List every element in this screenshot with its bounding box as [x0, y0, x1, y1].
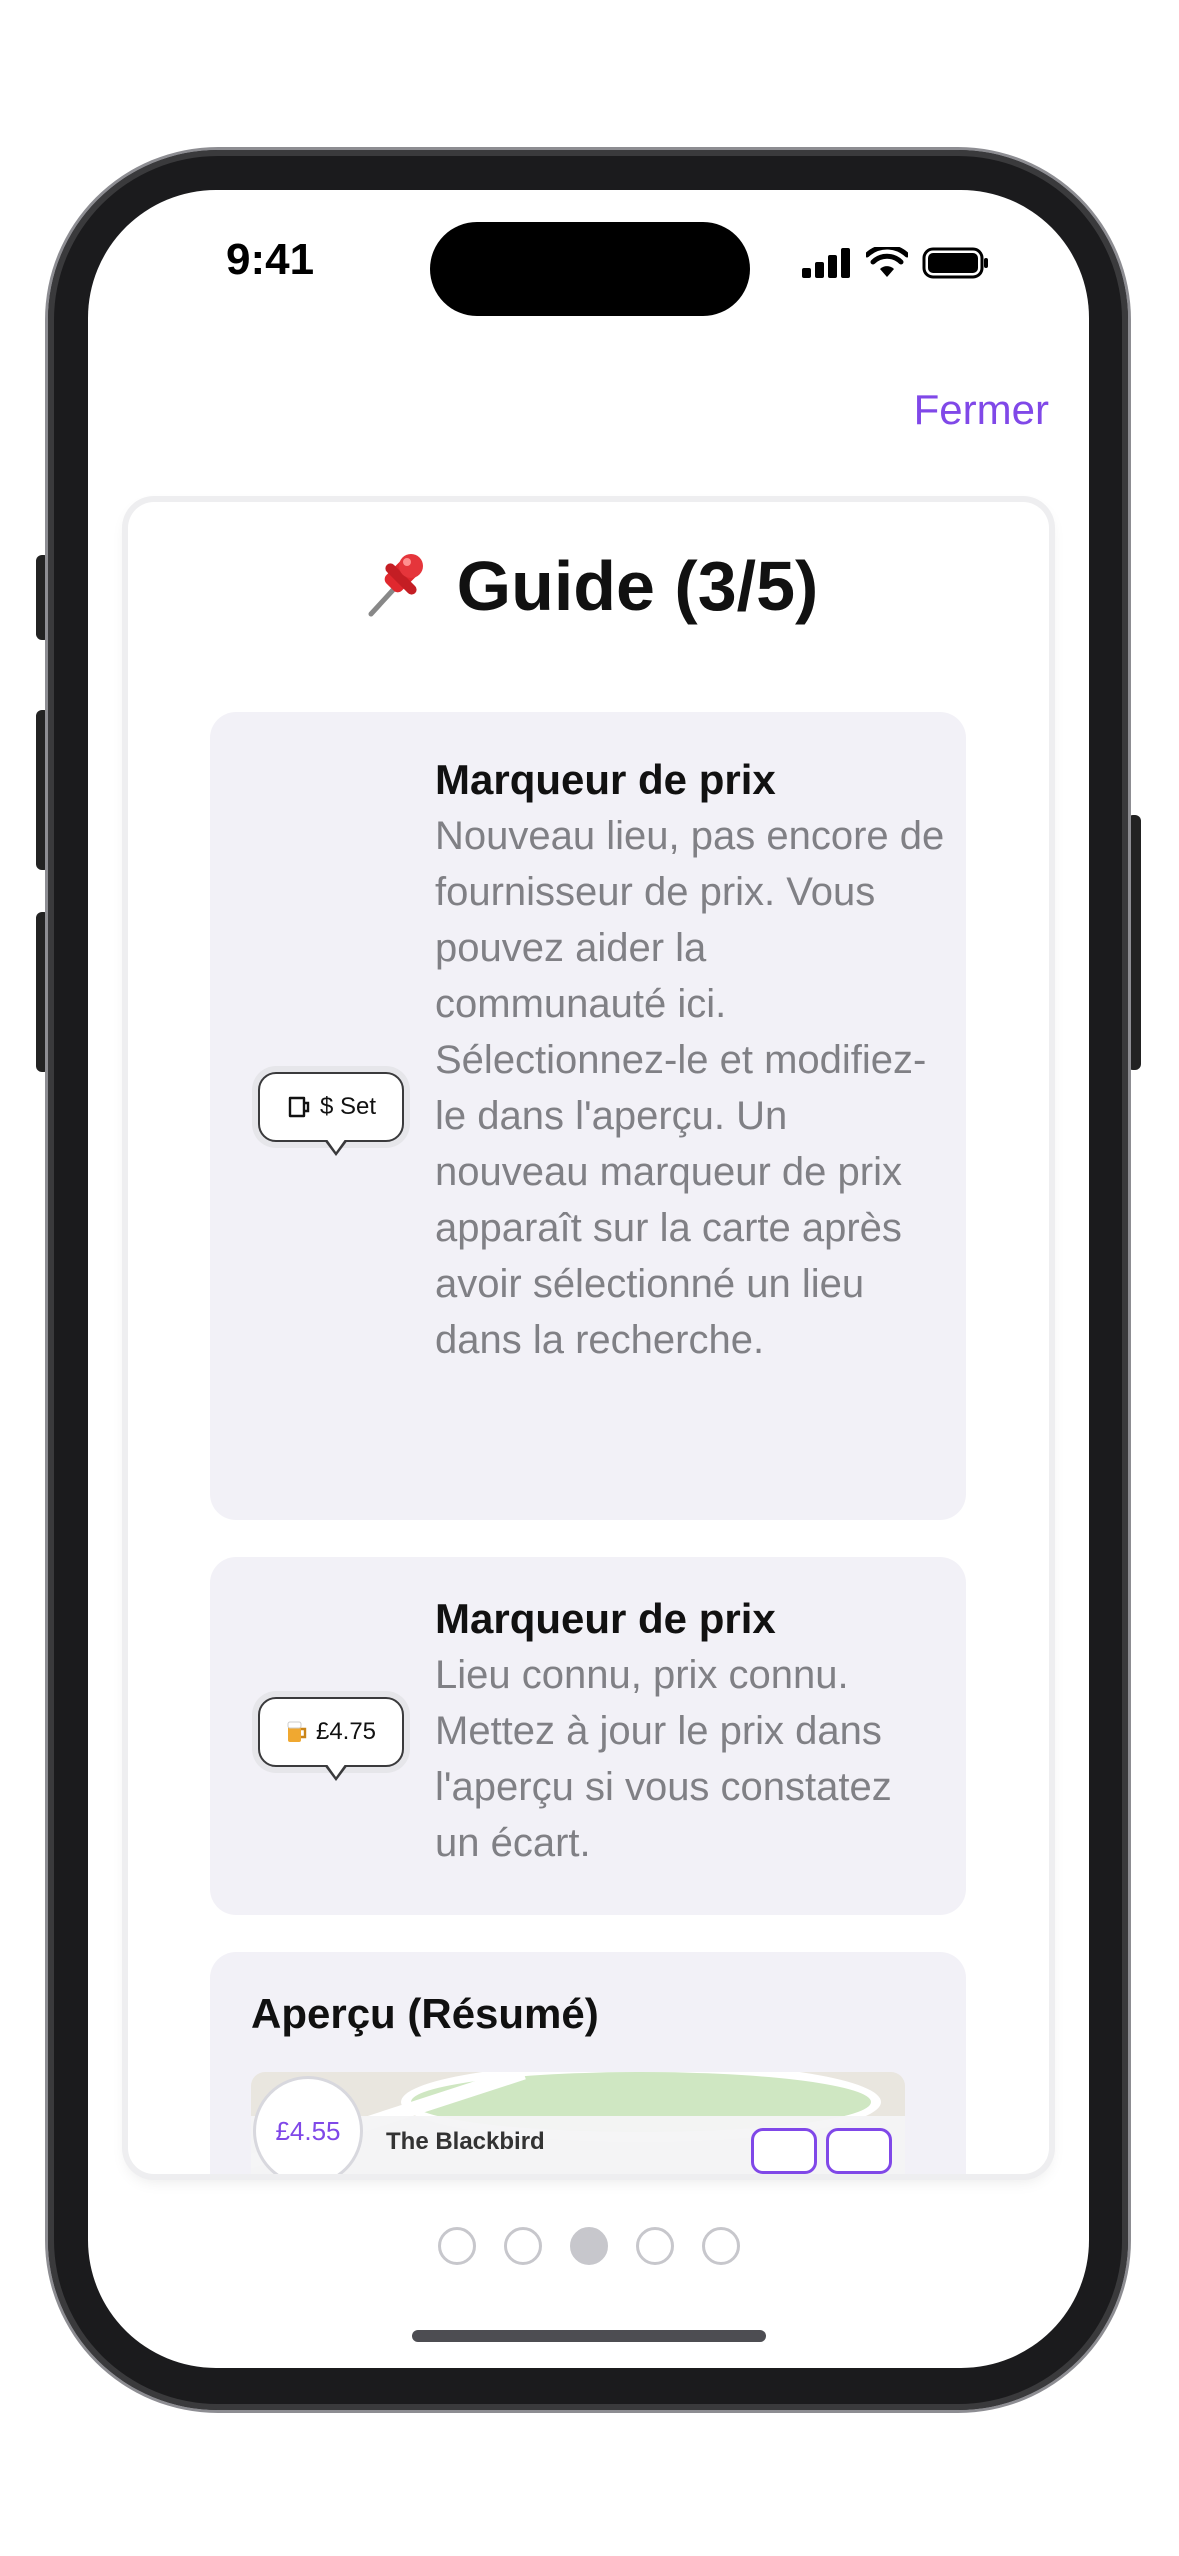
price-marker-example: $ Set: [258, 1072, 404, 1156]
page-dot-5[interactable]: [701, 2227, 740, 2265]
guide-section-summary: Aperçu (Résumé) £4.55 The Blackbird: [210, 1952, 966, 2174]
guide-title-text: Guide (3/5): [456, 547, 819, 625]
power-button: [1127, 815, 1141, 1070]
page-indicator: [88, 2227, 1089, 2265]
section-title: Marqueur de prix: [435, 1595, 776, 1642]
mug-icon: [288, 1096, 310, 1118]
page-dot-2[interactable]: [503, 2227, 542, 2265]
guide-section-known-place: £4.75 Marqueur de prix Lieu connu, prix …: [210, 1557, 966, 1915]
summary-title: Aperçu (Résumé): [251, 1990, 599, 2037]
phone-screen: 9:41 Fermer Guide (3/5) $ Set Marqueur d…: [88, 190, 1089, 2368]
page-dot-1[interactable]: [437, 2227, 476, 2265]
guide-card: Guide (3/5) $ Set Marqueur de prix Nouve…: [128, 502, 1049, 2174]
close-button[interactable]: Fermer: [914, 386, 1049, 434]
home-indicator[interactable]: [412, 2330, 766, 2342]
page-dot-3[interactable]: [569, 2227, 608, 2265]
status-time: 9:41: [226, 235, 315, 284]
map-preview: £4.55 The Blackbird: [251, 2072, 905, 2174]
price-bubble: £4.55: [253, 2076, 363, 2174]
page-dot-4[interactable]: [635, 2227, 674, 2265]
battery-icon: [922, 247, 988, 279]
section-body: Lieu connu, prix connu. Mettez à jour le…: [435, 1653, 892, 1865]
section-text: Marqueur de prix Nouveau lieu, pas encor…: [435, 752, 945, 1368]
place-name: The Blackbird: [386, 2128, 545, 2155]
dynamic-island: [430, 222, 750, 316]
wifi-icon: [866, 247, 908, 277]
section-title: Marqueur de prix: [435, 756, 776, 803]
marker-label: £4.75: [315, 1718, 377, 1745]
summary-chip: [751, 2128, 817, 2174]
section-body: Nouveau lieu, pas encore de fournisseur …: [435, 814, 945, 1362]
section-text: Marqueur de prix Lieu connu, prix connu.…: [435, 1591, 945, 1871]
guide-title: Guide (3/5): [128, 546, 1049, 626]
price-marker-example: £4.75: [258, 1697, 404, 1781]
summary-chip: [826, 2128, 892, 2174]
status-icons: [802, 245, 990, 281]
cellular-signal-icon: [802, 248, 850, 278]
beer-mug-icon: [287, 1721, 307, 1742]
guide-section-new-place: $ Set Marqueur de prix Nouveau lieu, pas…: [210, 712, 966, 1520]
marker-label: $ Set: [319, 1093, 377, 1120]
pushpin-icon: [368, 554, 423, 617]
